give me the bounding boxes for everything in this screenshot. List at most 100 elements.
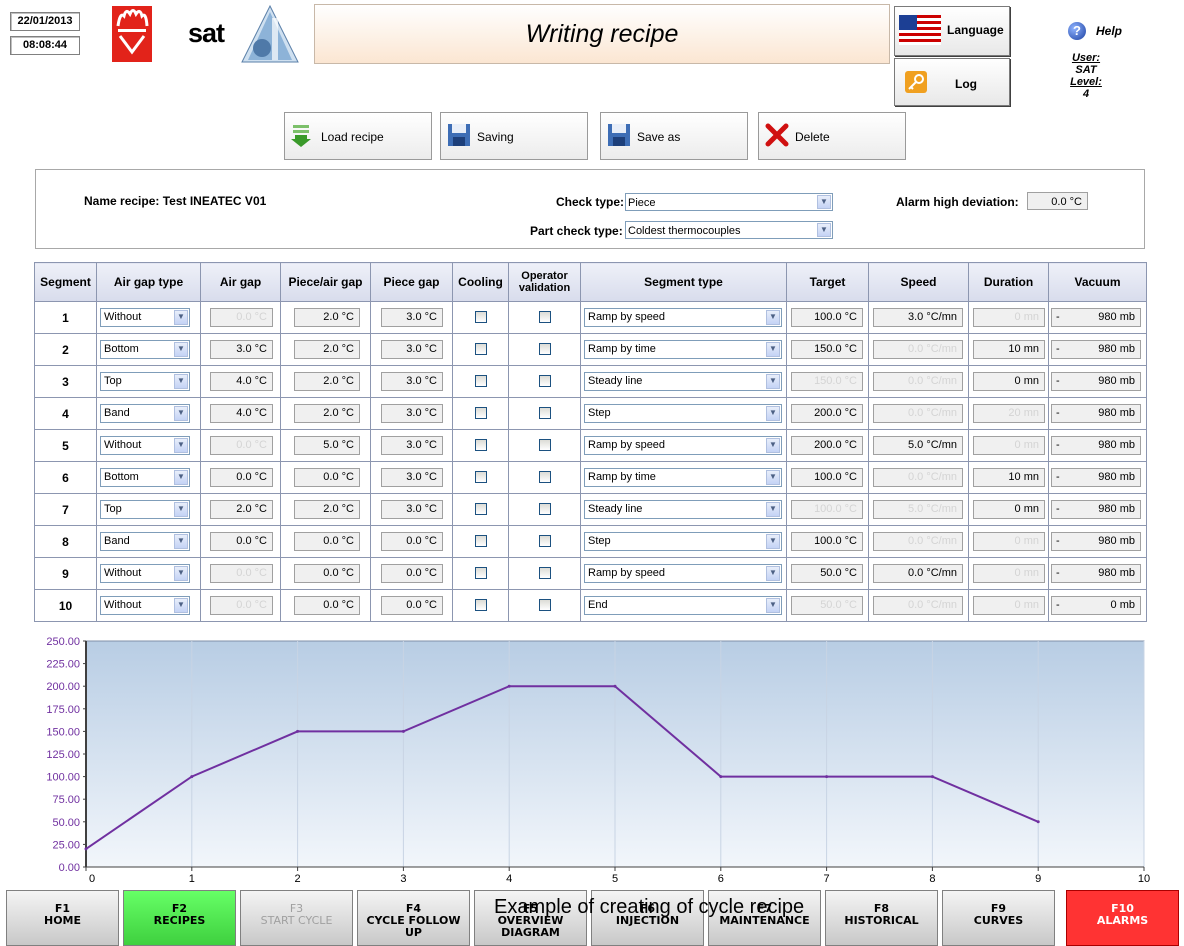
operator-validation-checkbox[interactable] (538, 311, 551, 323)
cooling-checkbox[interactable] (474, 471, 487, 483)
air-gap-type-select[interactable]: Top ▼ (100, 500, 190, 519)
air-gap-type-select[interactable]: Bottom ▼ (100, 468, 190, 487)
operator-validation-checkbox[interactable] (538, 343, 551, 355)
cooling-checkbox[interactable] (474, 599, 487, 611)
save-as-button[interactable]: Save as (600, 112, 748, 160)
vacuum-field[interactable]: - 980 mb (1051, 532, 1141, 551)
cooling-checkbox[interactable] (474, 503, 487, 515)
segment-type-select[interactable]: Ramp by time ▼ (584, 468, 782, 487)
segment-type-select[interactable]: Ramp by speed ▼ (584, 436, 782, 455)
saving-button[interactable]: Saving (440, 112, 588, 160)
fkey-curves[interactable]: F9 CURVES (942, 890, 1055, 946)
target-field[interactable]: 200.0 °C (791, 404, 863, 423)
piece-air-gap-field[interactable]: 0.0 °C (294, 596, 360, 615)
piece-air-gap-field[interactable]: 2.0 °C (294, 500, 360, 519)
vacuum-field[interactable]: - 980 mb (1051, 564, 1141, 583)
air-gap-field[interactable]: 4.0 °C (210, 372, 273, 391)
piece-air-gap-field[interactable]: 0.0 °C (294, 564, 360, 583)
air-gap-field[interactable]: 0.0 °C (210, 532, 273, 551)
piece-gap-field[interactable]: 3.0 °C (381, 372, 443, 391)
speed-field[interactable]: 5.0 °C/mn (873, 436, 963, 455)
operator-validation-checkbox[interactable] (538, 599, 551, 611)
speed-field[interactable]: 0.0 °C/mn (873, 564, 963, 583)
operator-validation-checkbox[interactable] (538, 375, 551, 387)
part-check-type-select[interactable]: Coldest thermocouples ▼ (625, 221, 833, 239)
cooling-checkbox[interactable] (474, 535, 487, 547)
piece-gap-field[interactable]: 0.0 °C (381, 596, 443, 615)
piece-gap-field[interactable]: 3.0 °C (381, 468, 443, 487)
air-gap-type-select[interactable]: Without ▼ (100, 308, 190, 327)
segment-type-select[interactable]: Steady line ▼ (584, 372, 782, 391)
fkey-historical[interactable]: F8 HISTORICAL (825, 890, 938, 946)
cooling-checkbox[interactable] (474, 439, 487, 451)
segment-type-select[interactable]: Step ▼ (584, 404, 782, 423)
load-recipe-button[interactable]: Load recipe (284, 112, 432, 160)
cooling-checkbox[interactable] (474, 375, 487, 387)
piece-air-gap-field[interactable]: 0.0 °C (294, 532, 360, 551)
operator-validation-checkbox[interactable] (538, 567, 551, 579)
vacuum-field[interactable]: - 980 mb (1051, 404, 1141, 423)
cooling-checkbox[interactable] (474, 567, 487, 579)
target-field[interactable]: 200.0 °C (791, 436, 863, 455)
operator-validation-checkbox[interactable] (538, 439, 551, 451)
piece-air-gap-field[interactable]: 2.0 °C (294, 404, 360, 423)
vacuum-field[interactable]: - 0 mb (1051, 596, 1141, 615)
air-gap-type-select[interactable]: Top ▼ (100, 372, 190, 391)
segment-type-select[interactable]: Ramp by speed ▼ (584, 564, 782, 583)
air-gap-type-select[interactable]: Bottom ▼ (100, 340, 190, 359)
piece-gap-field[interactable]: 3.0 °C (381, 340, 443, 359)
piece-air-gap-field[interactable]: 0.0 °C (294, 468, 360, 487)
fkey-recipes[interactable]: F2 RECIPES (123, 890, 236, 946)
piece-air-gap-field[interactable]: 2.0 °C (294, 308, 360, 327)
target-field[interactable]: 100.0 °C (791, 308, 863, 327)
piece-gap-field[interactable]: 3.0 °C (381, 308, 443, 327)
operator-validation-checkbox[interactable] (538, 535, 551, 547)
segment-type-select[interactable]: Steady line ▼ (584, 500, 782, 519)
piece-gap-field[interactable]: 3.0 °C (381, 436, 443, 455)
air-gap-field[interactable]: 2.0 °C (210, 500, 273, 519)
piece-air-gap-field[interactable]: 2.0 °C (294, 372, 360, 391)
help-icon[interactable]: ? (1068, 22, 1086, 40)
operator-validation-checkbox[interactable] (538, 503, 551, 515)
piece-gap-field[interactable]: 3.0 °C (381, 404, 443, 423)
delete-button[interactable]: Delete (758, 112, 906, 160)
air-gap-type-select[interactable]: Without ▼ (100, 436, 190, 455)
air-gap-type-select[interactable]: Without ▼ (100, 596, 190, 615)
air-gap-field[interactable]: 0.0 °C (210, 468, 273, 487)
operator-validation-checkbox[interactable] (538, 471, 551, 483)
target-field[interactable]: 50.0 °C (791, 564, 863, 583)
duration-field[interactable]: 0 mn (973, 372, 1045, 391)
language-button[interactable]: Language (894, 6, 1010, 56)
target-field[interactable]: 100.0 °C (791, 468, 863, 487)
target-field[interactable]: 150.0 °C (791, 340, 863, 359)
piece-gap-field[interactable]: 0.0 °C (381, 564, 443, 583)
log-button[interactable]: Log (894, 58, 1010, 106)
air-gap-field[interactable]: 4.0 °C (210, 404, 273, 423)
air-gap-field[interactable]: 3.0 °C (210, 340, 273, 359)
fkey-cycle-follow-up[interactable]: F4 CYCLE FOLLOW UP (357, 890, 470, 946)
fkey-alarms[interactable]: F10 ALARMS (1066, 890, 1179, 946)
segment-type-select[interactable]: End ▼ (584, 596, 782, 615)
segment-type-select[interactable]: Step ▼ (584, 532, 782, 551)
speed-field[interactable]: 3.0 °C/mn (873, 308, 963, 327)
cooling-checkbox[interactable] (474, 407, 487, 419)
piece-air-gap-field[interactable]: 5.0 °C (294, 436, 360, 455)
check-type-select[interactable]: Piece ▼ (625, 193, 833, 211)
vacuum-field[interactable]: - 980 mb (1051, 308, 1141, 327)
cooling-checkbox[interactable] (474, 311, 487, 323)
air-gap-type-select[interactable]: Band ▼ (100, 532, 190, 551)
duration-field[interactable]: 10 mn (973, 340, 1045, 359)
target-field[interactable]: 100.0 °C (791, 532, 863, 551)
vacuum-field[interactable]: - 980 mb (1051, 340, 1141, 359)
help-label[interactable]: Help (1096, 24, 1122, 38)
air-gap-type-select[interactable]: Band ▼ (100, 404, 190, 423)
piece-gap-field[interactable]: 0.0 °C (381, 532, 443, 551)
duration-field[interactable]: 0 mn (973, 500, 1045, 519)
fkey-home[interactable]: F1 HOME (6, 890, 119, 946)
vacuum-field[interactable]: - 980 mb (1051, 372, 1141, 391)
vacuum-field[interactable]: - 980 mb (1051, 436, 1141, 455)
vacuum-field[interactable]: - 980 mb (1051, 468, 1141, 487)
cooling-checkbox[interactable] (474, 343, 487, 355)
air-gap-type-select[interactable]: Without ▼ (100, 564, 190, 583)
alarm-deviation-field[interactable]: 0.0 °C (1027, 192, 1088, 210)
